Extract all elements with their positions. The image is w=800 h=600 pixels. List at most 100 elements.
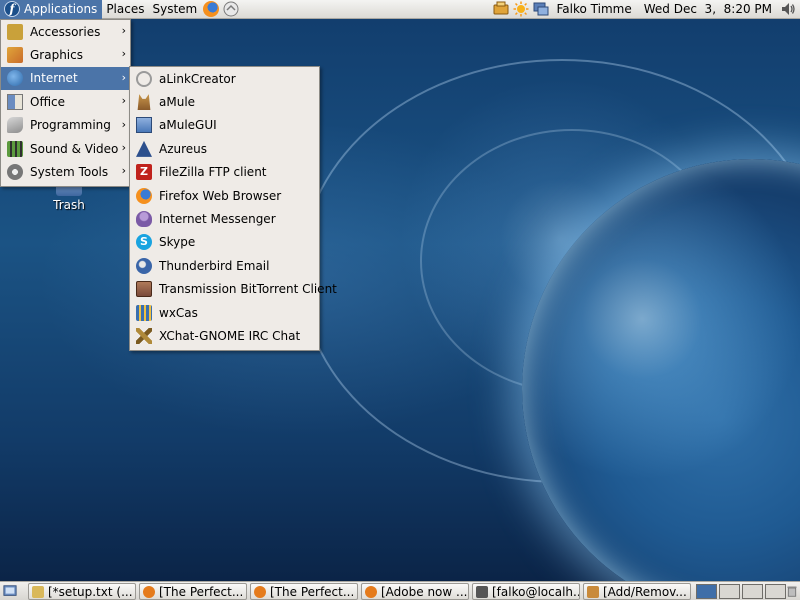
show-desktop-icon[interactable] [3,584,17,598]
menu-item-label: Accessories [30,24,101,39]
clock[interactable]: Wed Dec 3, 8:20 PM [638,2,778,16]
menu-item-accessories[interactable]: Accessories › [1,20,130,43]
sound-video-icon [7,140,23,157]
firefox-launcher-icon[interactable] [203,1,220,17]
amule-icon [137,94,151,111]
taskbar-button-setup-txt[interactable]: [*setup.txt (... [28,583,136,600]
menu-item-graphics[interactable]: Graphics › [1,43,130,66]
trash-applet-icon[interactable] [786,584,798,598]
taskbar-button-label: [The Perfect... [159,584,244,599]
volume-icon[interactable] [780,1,796,17]
taskbar-button-add-remove[interactable]: [Add/Remov... [583,583,691,600]
transmission-icon [136,281,152,298]
menu-item-system-tools[interactable]: System Tools › [1,160,130,183]
amulegui-icon [136,117,152,134]
menu-item-thunderbird[interactable]: Thunderbird Email [130,254,319,277]
menu-item-label: Thunderbird Email [159,258,270,273]
network-icon[interactable] [533,1,549,17]
menu-item-wxcas[interactable]: wxCas [130,301,319,324]
taskbar-button-label: [falko@localh... [492,584,580,599]
xchat-icon [136,327,152,344]
taskbar-button-the-perfect-2[interactable]: [The Perfect... [250,583,358,600]
menu-item-amulegui[interactable]: aMuleGUI [130,114,319,137]
taskbar-button-label: [*setup.txt (... [48,584,133,599]
internet-globe-icon [7,70,23,87]
menu-item-filezilla[interactable]: Z FileZilla FTP client [130,161,319,184]
firefox-icon [136,187,152,204]
menu-item-label: Transmission BitTorrent Client [159,282,337,297]
places-menu-button[interactable]: Places [102,0,148,19]
firefox-icon [254,585,266,598]
menu-item-label: System Tools [30,165,109,180]
menu-item-label: aMuleGUI [159,118,217,133]
menu-item-label: Graphics [30,48,83,63]
alinkcreator-icon [136,70,152,87]
menu-item-internet[interactable]: Internet › [1,66,130,91]
menu-item-sound-video[interactable]: Sound & Video › [1,137,130,160]
submenu-arrow-icon: › [121,117,126,131]
bottom-panel: [*setup.txt (... [The Perfect... [The Pe… [0,581,800,600]
menu-item-transmission[interactable]: Transmission BitTorrent Client [130,278,337,301]
trash-desktop-icon[interactable]: Trash [44,184,94,212]
submenu-arrow-icon: › [121,164,126,178]
menu-item-label: wxCas [159,305,198,320]
workspace-1[interactable] [696,584,717,599]
menu-item-label: FileZilla FTP client [159,165,267,180]
taskbar-button-the-perfect-1[interactable]: [The Perfect... [139,583,247,600]
menu-item-label: Skype [159,235,196,250]
filezilla-icon: Z [136,164,152,181]
azureus-icon [136,140,152,157]
applications-label: Applications [24,1,98,16]
office-icon [7,93,23,110]
firefox-icon [365,585,377,598]
applications-dropdown: Accessories › Graphics › Internet › Offi… [0,19,131,187]
submenu-arrow-icon: › [121,94,126,108]
submenu-arrow-icon: › [121,70,126,84]
menu-item-xchat[interactable]: XChat-GNOME IRC Chat [130,324,319,347]
top-panel-right: Falko Timme Wed Dec 3, 8:20 PM [491,0,800,19]
taskbar-button-label: [Adobe now ... [381,584,468,599]
menu-item-alinkcreator[interactable]: aLinkCreator [130,67,319,90]
workspace-2[interactable] [719,584,740,599]
submenu-arrow-icon: › [121,47,126,61]
trash-label: Trash [53,198,85,212]
taskbar-button-adobe[interactable]: [Adobe now ... [361,583,469,600]
user-switcher[interactable]: Falko Timme [551,2,638,16]
terminal-icon [476,585,488,598]
menu-item-label: Sound & Video [30,141,119,156]
menu-item-label: Internet [30,71,78,86]
menu-item-programming[interactable]: Programming › [1,114,130,137]
top-panel: f Applications Places System Falko Timme… [0,0,800,19]
fedora-icon: f [4,1,20,17]
menu-item-label: Azureus [159,141,208,156]
menu-item-office[interactable]: Office › [1,90,130,113]
graphics-icon [7,47,23,64]
text-editor-icon [32,585,44,598]
taskbar-button-label: [Add/Remov... [603,584,687,599]
update-icon[interactable] [493,1,509,17]
mail-notify-icon[interactable] [223,1,239,17]
menu-item-amule[interactable]: aMule [130,90,319,113]
menu-item-label: aLinkCreator [159,71,236,86]
applications-menu-button[interactable]: f Applications [0,0,103,19]
menu-item-firefox[interactable]: Firefox Web Browser [130,184,319,207]
menu-item-label: aMule [159,95,196,110]
menu-item-azureus[interactable]: Azureus [130,137,319,160]
system-menu-button[interactable]: System [148,0,201,19]
system-tools-icon [7,164,23,181]
wxcas-icon [136,304,152,321]
menu-item-internet-messenger[interactable]: Internet Messenger [130,207,319,230]
thunderbird-icon [136,257,152,274]
firefox-icon [143,585,155,598]
skype-icon: S [136,234,152,251]
workspace-4[interactable] [765,584,786,599]
accessories-icon [7,23,23,40]
workspace-3[interactable] [742,584,763,599]
menu-item-label: XChat-GNOME IRC Chat [159,328,301,343]
menu-item-skype[interactable]: S Skype [130,231,319,254]
programming-icon [7,117,23,134]
submenu-arrow-icon: › [121,140,126,154]
menu-item-label: Programming [30,118,111,133]
weather-icon[interactable] [513,1,529,17]
taskbar-button-terminal[interactable]: [falko@localh... [472,583,580,600]
